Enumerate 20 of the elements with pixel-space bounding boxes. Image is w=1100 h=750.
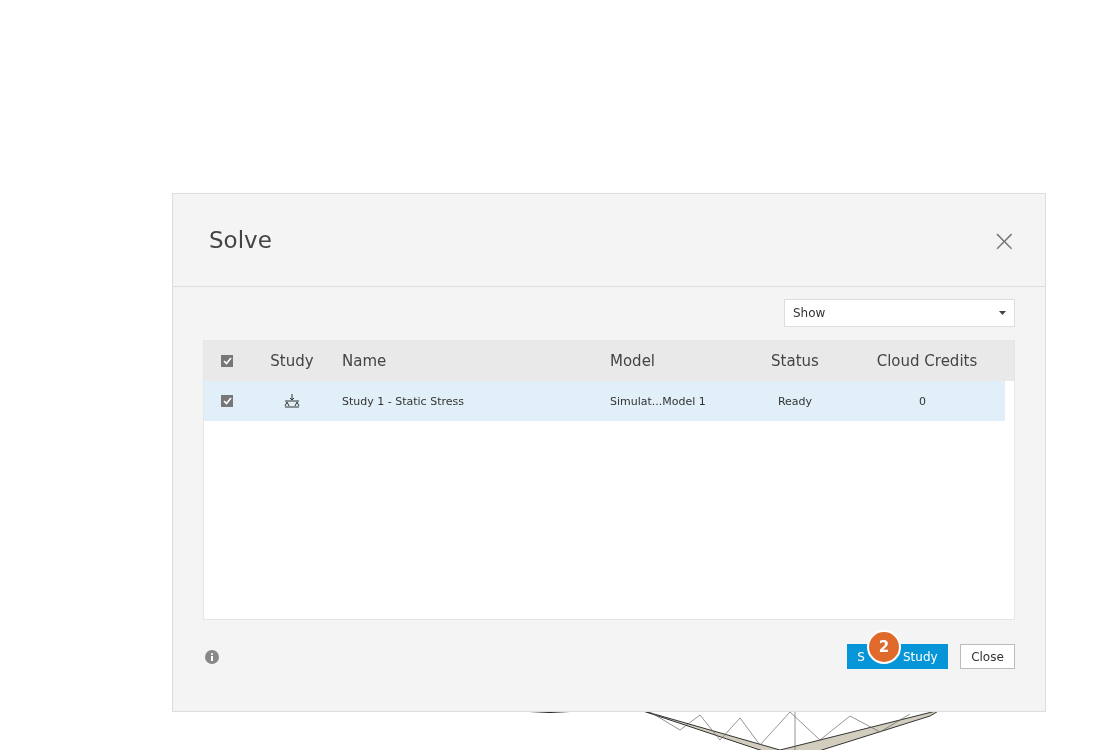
row-checkbox[interactable] <box>221 395 233 407</box>
show-dropdown[interactable]: Show <box>784 299 1015 327</box>
column-header: Cloud Credits <box>876 352 978 370</box>
column-header: Study <box>270 352 314 370</box>
static-stress-icon <box>284 394 300 408</box>
dialog-title: Solve <box>209 227 272 253</box>
close-button[interactable]: × <box>991 222 1017 258</box>
select-all-checkbox[interactable] <box>221 355 233 367</box>
table-cell: Simulat...Model 1 <box>610 394 706 408</box>
table-cell: Study 1 - Static Stress <box>342 394 464 408</box>
caret-icon <box>999 311 1006 315</box>
step-badge: 2 <box>867 630 901 664</box>
column-header: Status <box>771 352 819 370</box>
column-header: Model <box>610 352 656 370</box>
column-header: Name <box>342 352 387 370</box>
info-icon[interactable] <box>205 649 219 664</box>
close-button[interactable]: Close <box>960 644 1015 669</box>
table-cell: 0 <box>919 394 926 408</box>
study-row[interactable]: Study 1 - Static Stress Simulat...Model 1 Ready 0 <box>204 381 1005 421</box>
table-cell: Ready <box>777 394 813 408</box>
